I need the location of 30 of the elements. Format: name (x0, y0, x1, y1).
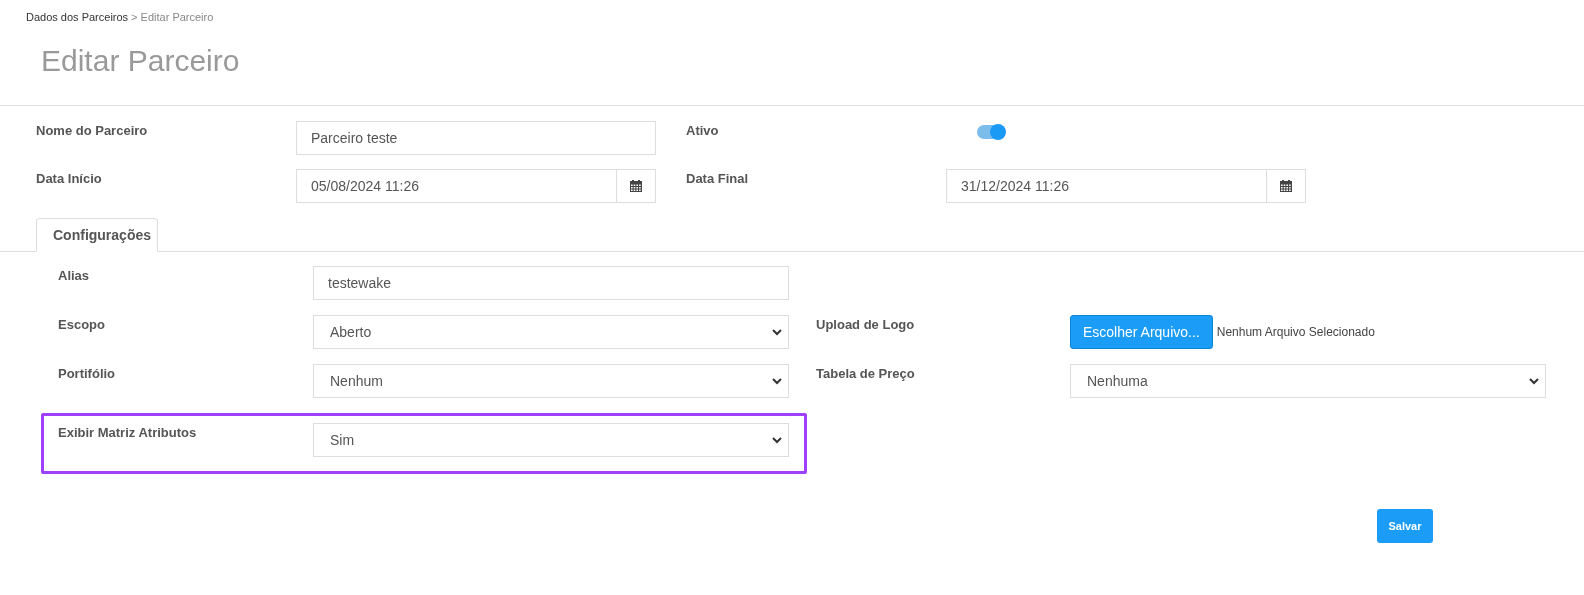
field-label: Data Final (686, 170, 750, 186)
text-field[interactable]: testewake (313, 266, 789, 300)
file-status: Nenhum Arquivo Selecionado (1216, 325, 1375, 339)
field-label: Data Início (36, 170, 103, 186)
calendar-icon[interactable] (1280, 180, 1292, 192)
select-field[interactable]: Nenhum (313, 364, 789, 398)
field-label: Upload de Logo (816, 316, 916, 334)
text-field[interactable]: Parceiro teste (296, 121, 656, 155)
field-label: Escopo (58, 316, 106, 334)
select-field[interactable]: Aberto (313, 315, 789, 349)
field-label: Alias (58, 267, 91, 285)
chevron-icon (772, 436, 782, 444)
chevron-icon (772, 377, 782, 385)
field-label: Portifólio (58, 365, 117, 383)
select-field[interactable]: Nenhuma (1070, 364, 1546, 398)
tab[interactable]: Configurações (36, 218, 158, 252)
chevron-icon (772, 328, 782, 336)
date-field[interactable]: 31/12/2024 11:26 (946, 169, 1306, 203)
calendar-icon[interactable] (630, 180, 642, 192)
field-label: Tabela de Preço (816, 365, 916, 383)
page-title: Editar Parceiro (41, 43, 241, 79)
field-label: Nome do Parceiro (36, 122, 149, 138)
date-field[interactable]: 05/08/2024 11:26 (296, 169, 656, 203)
breadcrumb-current: > Editar Parceiro (131, 11, 214, 23)
field-label: Ativo (686, 122, 720, 138)
select-field[interactable]: Sim (313, 423, 789, 457)
chevron-icon (1529, 377, 1539, 385)
breadcrumb-link[interactable]: Dados dos Parceiros (26, 11, 129, 23)
toggle-switch[interactable] (977, 125, 1005, 139)
field-label: Exibir Matriz Atributos (58, 424, 198, 442)
